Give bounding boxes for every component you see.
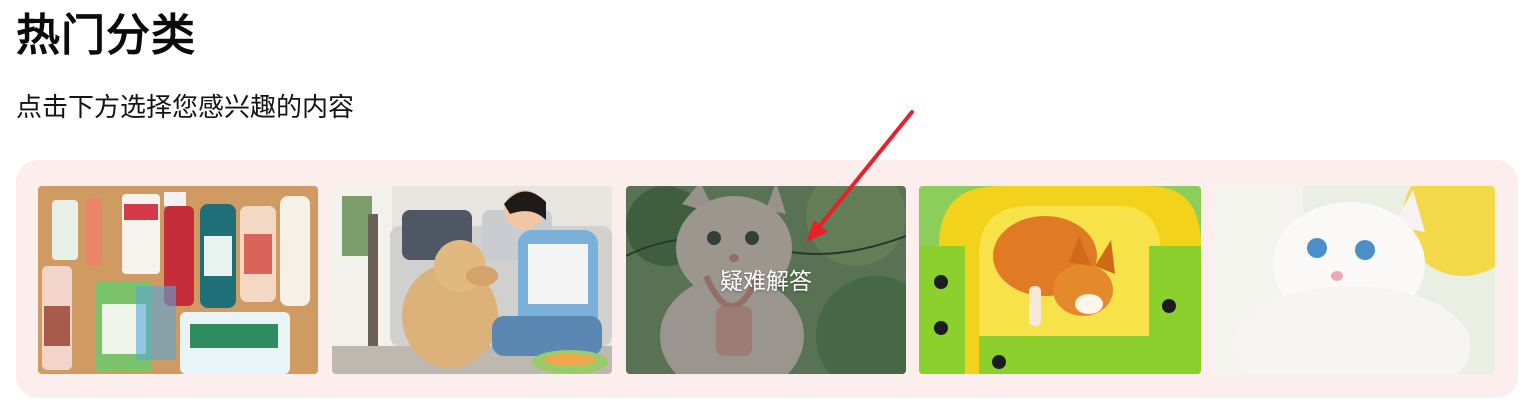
page: 热门分类 点击下方选择您感兴趣的内容 疑难解答 <box>0 0 1540 419</box>
category-panel: 疑难解答 <box>16 160 1518 398</box>
category-card-faq[interactable]: 疑难解答 <box>626 186 906 374</box>
category-card-dog-training[interactable] <box>332 186 612 374</box>
page-subtitle: 点击下方选择您感兴趣的内容 <box>16 93 355 123</box>
category-card-white-cat[interactable] <box>1213 186 1495 374</box>
page-title: 热门分类 <box>16 10 196 61</box>
white-cat-image <box>1213 186 1495 374</box>
corgi-play-image <box>919 186 1201 374</box>
pet-supplies-image <box>38 186 318 374</box>
category-card-corgi-play[interactable] <box>919 186 1201 374</box>
category-label-faq: 疑难解答 <box>720 269 812 295</box>
category-card-pet-supplies[interactable] <box>38 186 318 374</box>
dog-training-image <box>332 186 612 374</box>
